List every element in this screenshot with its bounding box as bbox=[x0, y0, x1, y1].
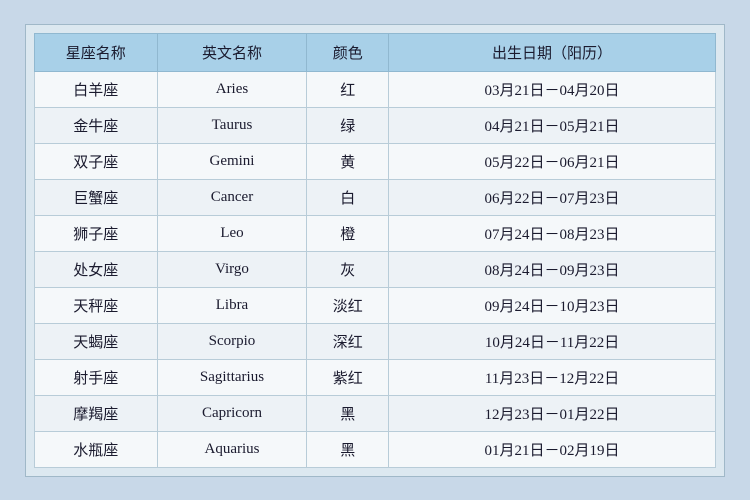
zodiac-table: 星座名称 英文名称 颜色 出生日期（阳历） 白羊座Aries红03月21日－04… bbox=[34, 33, 716, 468]
cell-english: Leo bbox=[157, 215, 307, 251]
cell-chinese: 摩羯座 bbox=[35, 395, 158, 431]
cell-color: 白 bbox=[307, 179, 389, 215]
table-row: 处女座Virgo灰08月24日－09月23日 bbox=[35, 251, 716, 287]
table-row: 天秤座Libra淡红09月24日－10月23日 bbox=[35, 287, 716, 323]
cell-english: Aquarius bbox=[157, 431, 307, 467]
table-row: 摩羯座Capricorn黑12月23日－01月22日 bbox=[35, 395, 716, 431]
cell-chinese: 处女座 bbox=[35, 251, 158, 287]
table-row: 射手座Sagittarius紫红11月23日－12月22日 bbox=[35, 359, 716, 395]
cell-chinese: 水瓶座 bbox=[35, 431, 158, 467]
cell-chinese: 白羊座 bbox=[35, 71, 158, 107]
cell-date: 01月21日－02月19日 bbox=[389, 431, 716, 467]
header-date: 出生日期（阳历） bbox=[389, 33, 716, 71]
cell-date: 04月21日－05月21日 bbox=[389, 107, 716, 143]
cell-english: Virgo bbox=[157, 251, 307, 287]
cell-color: 灰 bbox=[307, 251, 389, 287]
cell-date: 09月24日－10月23日 bbox=[389, 287, 716, 323]
cell-color: 绿 bbox=[307, 107, 389, 143]
cell-date: 05月22日－06月21日 bbox=[389, 143, 716, 179]
cell-color: 橙 bbox=[307, 215, 389, 251]
table-row: 狮子座Leo橙07月24日－08月23日 bbox=[35, 215, 716, 251]
table-row: 天蝎座Scorpio深红10月24日－11月22日 bbox=[35, 323, 716, 359]
cell-date: 07月24日－08月23日 bbox=[389, 215, 716, 251]
cell-english: Scorpio bbox=[157, 323, 307, 359]
table-row: 巨蟹座Cancer白06月22日－07月23日 bbox=[35, 179, 716, 215]
cell-english: Gemini bbox=[157, 143, 307, 179]
cell-date: 12月23日－01月22日 bbox=[389, 395, 716, 431]
cell-chinese: 射手座 bbox=[35, 359, 158, 395]
cell-chinese: 巨蟹座 bbox=[35, 179, 158, 215]
cell-chinese: 双子座 bbox=[35, 143, 158, 179]
table-row: 水瓶座Aquarius黑01月21日－02月19日 bbox=[35, 431, 716, 467]
table-row: 白羊座Aries红03月21日－04月20日 bbox=[35, 71, 716, 107]
cell-chinese: 狮子座 bbox=[35, 215, 158, 251]
table-row: 双子座Gemini黄05月22日－06月21日 bbox=[35, 143, 716, 179]
header-english: 英文名称 bbox=[157, 33, 307, 71]
cell-date: 08月24日－09月23日 bbox=[389, 251, 716, 287]
cell-english: Capricorn bbox=[157, 395, 307, 431]
cell-color: 黄 bbox=[307, 143, 389, 179]
cell-english: Taurus bbox=[157, 107, 307, 143]
cell-date: 11月23日－12月22日 bbox=[389, 359, 716, 395]
cell-chinese: 金牛座 bbox=[35, 107, 158, 143]
cell-chinese: 天秤座 bbox=[35, 287, 158, 323]
cell-color: 淡红 bbox=[307, 287, 389, 323]
table-header-row: 星座名称 英文名称 颜色 出生日期（阳历） bbox=[35, 33, 716, 71]
cell-english: Libra bbox=[157, 287, 307, 323]
cell-color: 红 bbox=[307, 71, 389, 107]
cell-date: 06月22日－07月23日 bbox=[389, 179, 716, 215]
table-row: 金牛座Taurus绿04月21日－05月21日 bbox=[35, 107, 716, 143]
header-chinese: 星座名称 bbox=[35, 33, 158, 71]
cell-date: 03月21日－04月20日 bbox=[389, 71, 716, 107]
header-color: 颜色 bbox=[307, 33, 389, 71]
cell-color: 黑 bbox=[307, 431, 389, 467]
cell-english: Cancer bbox=[157, 179, 307, 215]
cell-english: Aries bbox=[157, 71, 307, 107]
table-body: 白羊座Aries红03月21日－04月20日金牛座Taurus绿04月21日－0… bbox=[35, 71, 716, 467]
main-container: 星座名称 英文名称 颜色 出生日期（阳历） 白羊座Aries红03月21日－04… bbox=[25, 24, 725, 477]
cell-color: 深红 bbox=[307, 323, 389, 359]
cell-color: 黑 bbox=[307, 395, 389, 431]
cell-english: Sagittarius bbox=[157, 359, 307, 395]
cell-chinese: 天蝎座 bbox=[35, 323, 158, 359]
cell-date: 10月24日－11月22日 bbox=[389, 323, 716, 359]
cell-color: 紫红 bbox=[307, 359, 389, 395]
